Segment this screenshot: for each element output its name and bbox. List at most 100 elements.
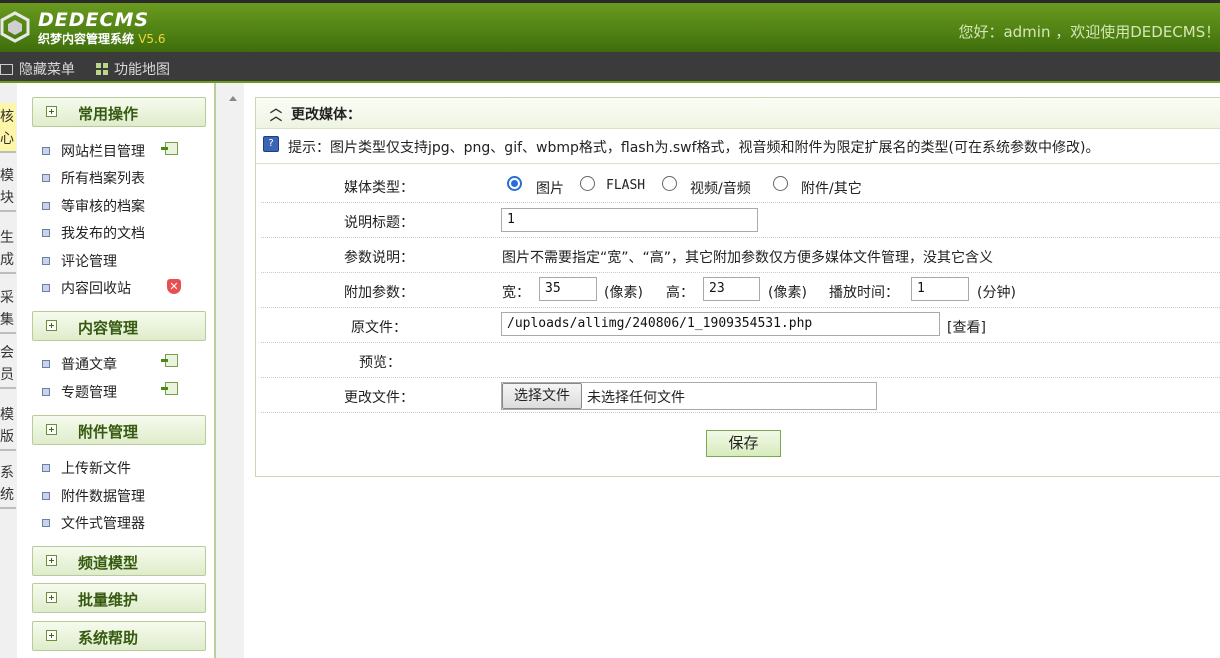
sub-toolbar: 隐藏菜单 功能地图 xyxy=(0,52,1220,83)
title-input[interactable]: 1 xyxy=(501,208,758,232)
help-icon: ? xyxy=(263,136,279,152)
radio-flash[interactable] xyxy=(580,176,595,191)
menu-item-my-documents[interactable]: 我发布的文档 xyxy=(42,223,145,243)
width-unit: (像素) xyxy=(604,285,643,301)
hide-menu-label: 隐藏菜单 xyxy=(19,62,75,78)
radio-video-audio-label: 视频/音频 xyxy=(690,181,751,197)
play-time-unit: (分钟) xyxy=(977,285,1016,301)
menu-item-articles[interactable]: 普通文章 xyxy=(42,354,117,374)
menu-item-comments[interactable]: 评论管理 xyxy=(42,251,117,271)
source-file-label: 原文件： xyxy=(351,320,407,336)
vtab-collect[interactable]: 采集 xyxy=(0,284,16,334)
menu-item-upload-file[interactable]: 上传新文件 xyxy=(42,458,131,478)
menu-item-label: 评论管理 xyxy=(61,254,117,270)
media-type-row: 媒体类型： 图片 FLASH 视频/音频 附件/其它 xyxy=(261,168,1220,203)
site-map-label: 功能地图 xyxy=(114,62,170,78)
menu-item-pending-archives[interactable]: 等审核的档案 xyxy=(42,196,145,216)
play-time-input[interactable]: 1 xyxy=(911,277,969,301)
menu-group-label: 内容管理 xyxy=(78,319,139,337)
vtab-generate[interactable]: 生成 xyxy=(0,224,16,274)
menu-item-recycle-bin[interactable]: 内容回收站 xyxy=(42,278,131,298)
param-desc-text: 图片不需要指定“宽”、“高”，其它附加参数仅方便多媒体文件管理，没其它含义 xyxy=(502,250,994,266)
menu-group-common[interactable]: 常用操作 xyxy=(32,97,206,127)
bullet-icon xyxy=(42,519,50,527)
bullet-icon xyxy=(42,257,50,265)
vtab-system[interactable]: 系统 xyxy=(0,459,16,509)
save-button[interactable]: 保存 xyxy=(706,430,781,457)
menu-item-label: 附件数据管理 xyxy=(61,489,145,505)
radio-video-audio[interactable] xyxy=(662,176,677,191)
menu-item-label: 我发布的文档 xyxy=(61,226,145,242)
bullet-icon xyxy=(42,360,50,368)
dedecms-logo-icon xyxy=(0,11,30,43)
param-desc-label: 参数说明： xyxy=(344,250,414,266)
menu-group-label: 频道模型 xyxy=(78,554,139,572)
vtab-members[interactable]: 会员 xyxy=(0,339,16,389)
menu-item-file-manager[interactable]: 文件式管理器 xyxy=(42,513,145,533)
title-row: 说明标题： 1 xyxy=(261,203,1220,238)
play-time-label: 播放时间： xyxy=(829,285,899,301)
menu-group-help[interactable]: 系统帮助 xyxy=(32,621,206,651)
bullet-icon xyxy=(42,202,50,210)
menu-item-label: 所有档案列表 xyxy=(61,171,145,187)
add-topic-icon[interactable] xyxy=(161,382,178,395)
param-desc-row: 参数说明： 图片不需要指定“宽”、“高”，其它附加参数仅方便多媒体文件管理，没其… xyxy=(261,238,1220,273)
menu-group-attachments[interactable]: 附件管理 xyxy=(32,415,206,445)
version-label: V5.6 xyxy=(138,32,166,46)
width-input[interactable]: 35 xyxy=(539,277,597,301)
width-label: 宽： xyxy=(502,285,530,301)
bullet-icon xyxy=(42,492,50,500)
vertical-tab-strip: 核心 模块 生成 采集 会员 模版 系统 xyxy=(0,83,18,658)
logo-subtitle: 织梦内容管理系统 V5.6 xyxy=(38,30,166,47)
scrollbar[interactable] xyxy=(216,83,244,658)
clear-recycle-icon[interactable]: ✕ xyxy=(167,279,181,294)
tip-row: ? 提示：图片类型仅支持jpg、png、gif、wbmp格式，flash为.sw… xyxy=(256,129,1220,164)
radio-attachment-label: 附件/其它 xyxy=(801,181,862,197)
radio-image[interactable] xyxy=(507,176,522,191)
view-link[interactable]: [查看] xyxy=(947,317,986,337)
vtab-core[interactable]: 核心 xyxy=(0,103,16,153)
menu-item-attachment-data[interactable]: 附件数据管理 xyxy=(42,486,145,506)
left-menu: 常用操作 网站栏目管理 所有档案列表 等审核的档案 我发布的文档 评论管理 内容… xyxy=(17,83,216,658)
menu-item-label: 专题管理 xyxy=(61,385,117,401)
source-file-row: 原文件： /uploads/allimg/240806/1_1909354531… xyxy=(261,308,1220,343)
bullet-icon xyxy=(42,229,50,237)
expand-icon xyxy=(46,555,57,566)
preview-row: 预览： xyxy=(261,343,1220,378)
menu-group-batch[interactable]: 批量维护 xyxy=(32,583,206,613)
collapse-icon[interactable]: ︿ ︿ xyxy=(270,102,282,122)
expand-icon xyxy=(46,592,57,603)
menu-group-channel-models[interactable]: 频道模型 xyxy=(32,546,206,576)
scroll-up-icon[interactable] xyxy=(229,96,237,101)
radio-flash-label: FLASH xyxy=(606,178,646,193)
vtab-templates[interactable]: 模版 xyxy=(0,401,16,451)
top-header: DEDECMS 织梦内容管理系统 V5.6 您好：admin ，欢迎使用DEDE… xyxy=(0,0,1220,52)
menu-item-topics[interactable]: 专题管理 xyxy=(42,382,117,402)
radio-attachment[interactable] xyxy=(773,176,788,191)
expand-icon xyxy=(46,630,57,641)
menu-item-label: 内容回收站 xyxy=(61,281,131,297)
change-file-row: 更改文件： 选择文件 未选择任何文件 xyxy=(261,378,1220,413)
site-map-button[interactable]: 功能地图 xyxy=(96,59,170,79)
expand-icon xyxy=(46,424,57,435)
change-media-panel: ︿ ︿ 更改媒体： ? 提示：图片类型仅支持jpg、png、gif、wbmp格式，… xyxy=(255,97,1220,477)
bullet-icon xyxy=(42,174,50,182)
choose-file-button[interactable]: 选择文件 xyxy=(502,383,582,409)
vtab-modules[interactable]: 模块 xyxy=(0,162,16,212)
logo-subtitle-text: 织梦内容管理系统 xyxy=(38,32,135,46)
menu-item-all-archives[interactable]: 所有档案列表 xyxy=(42,168,145,188)
file-status: 未选择任何文件 xyxy=(587,390,685,406)
menu-item-label: 网站栏目管理 xyxy=(61,144,145,160)
menu-item-column-manage[interactable]: 网站栏目管理 xyxy=(42,141,145,161)
hide-menu-icon xyxy=(0,63,13,75)
height-input[interactable]: 23 xyxy=(703,277,760,301)
add-column-icon[interactable] xyxy=(161,142,178,155)
hide-menu-button[interactable]: 隐藏菜单 xyxy=(0,59,75,79)
change-file-label: 更改文件： xyxy=(344,390,414,406)
bullet-icon xyxy=(42,147,50,155)
source-file-input[interactable]: /uploads/allimg/240806/1_1909354531.php xyxy=(501,312,940,336)
height-label: 高： xyxy=(666,285,694,301)
add-article-icon[interactable] xyxy=(161,354,178,367)
menu-group-content[interactable]: 内容管理 xyxy=(32,311,206,341)
menu-item-label: 文件式管理器 xyxy=(61,516,145,532)
